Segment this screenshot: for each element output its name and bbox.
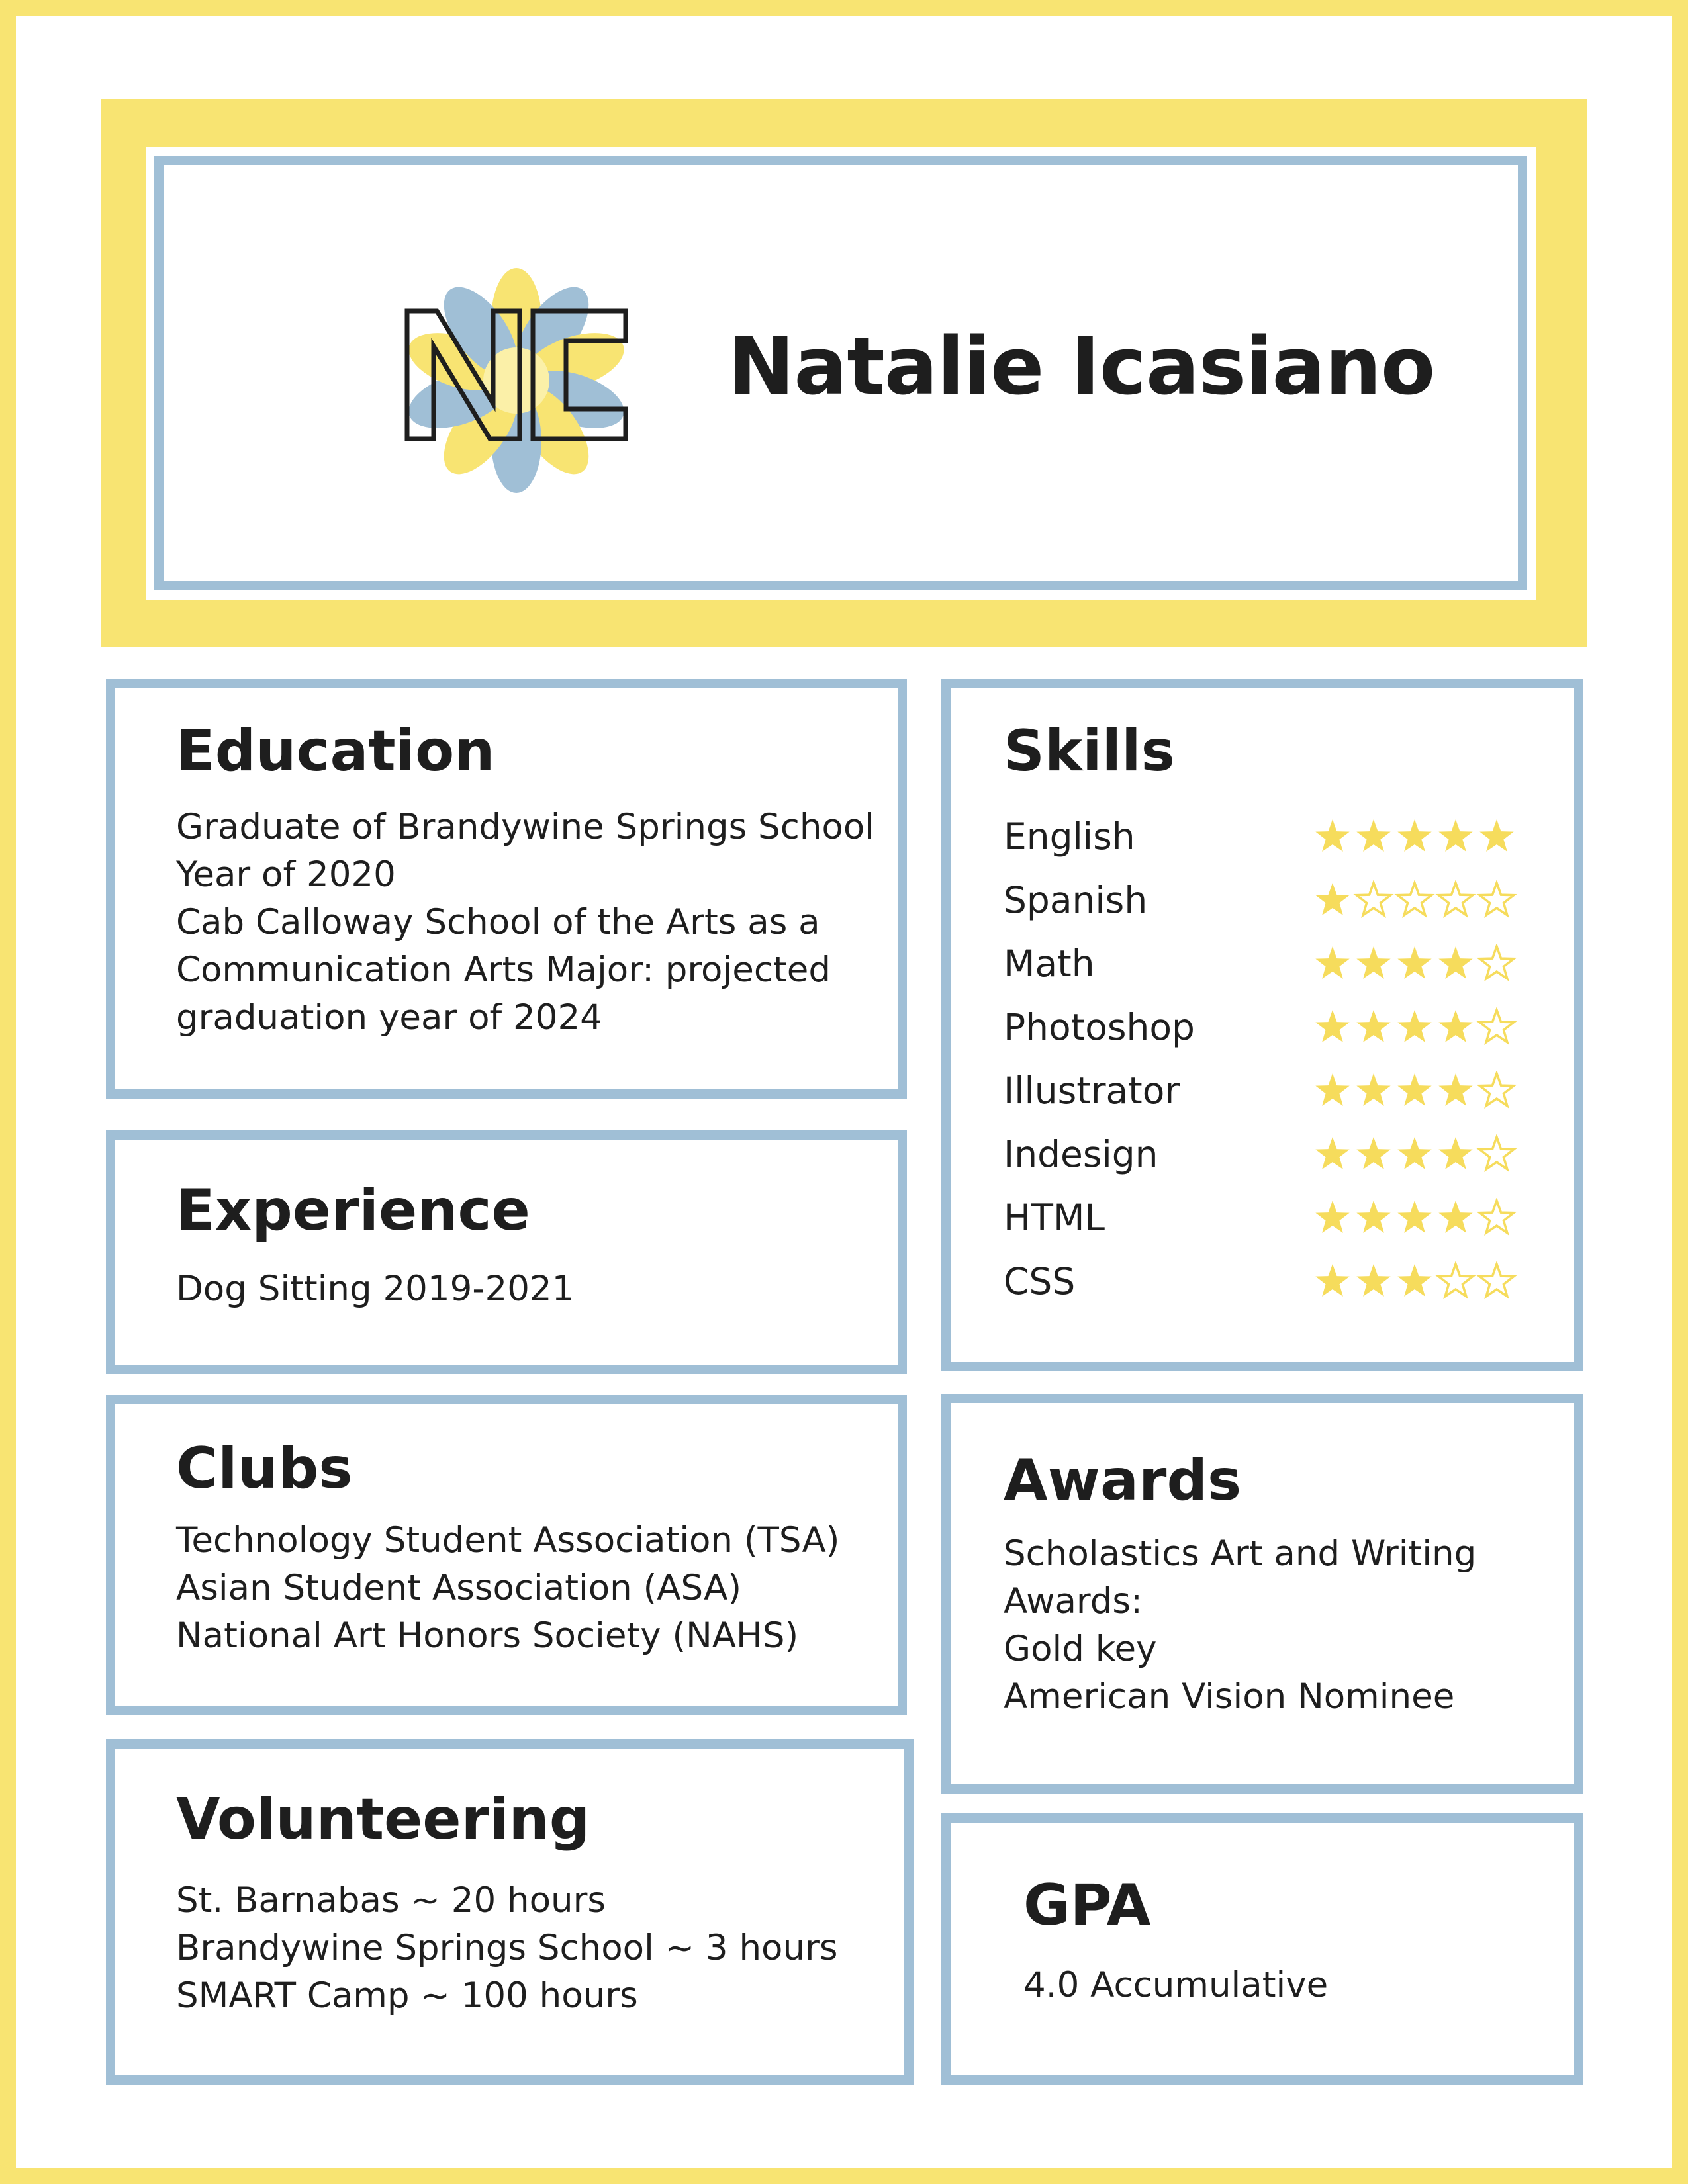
gpa-card xyxy=(941,1813,1583,2085)
star-filled-icon xyxy=(1479,819,1514,852)
gpa-title: GPA xyxy=(1023,1872,1151,1938)
star-rating xyxy=(1315,1198,1517,1236)
star-empty-icon xyxy=(1435,880,1476,919)
skill-row: Indesign xyxy=(1004,1122,1520,1186)
education-title: Education xyxy=(176,718,495,784)
skill-name: Photoshop xyxy=(1004,1006,1195,1048)
skill-name: Math xyxy=(1004,942,1095,985)
education-line: Year of 2020 xyxy=(176,854,396,895)
volunteering-text: St. Barnabas ~ 20 hours Brandywine Sprin… xyxy=(176,1877,837,2020)
star-rating xyxy=(1315,1007,1517,1046)
star-rating xyxy=(1315,880,1517,919)
clubs-text: Technology Student Association (TSA) Asi… xyxy=(176,1517,839,1660)
star-filled-icon xyxy=(1356,1264,1391,1297)
experience-text: Dog Sitting 2019-2021 xyxy=(176,1265,574,1313)
star-empty-icon xyxy=(1476,1261,1517,1300)
star-filled-icon xyxy=(1438,1201,1473,1233)
star-filled-icon xyxy=(1438,1073,1473,1106)
star-rating xyxy=(1315,944,1517,982)
volunteering-line: Brandywine Springs School ~ 3 hours xyxy=(176,1928,838,1968)
star-empty-icon xyxy=(1476,944,1517,982)
star-empty-icon xyxy=(1476,880,1517,919)
skill-row: Math xyxy=(1004,932,1520,995)
star-rating xyxy=(1315,1261,1517,1300)
star-filled-icon xyxy=(1315,946,1350,979)
star-empty-icon xyxy=(1394,880,1435,919)
education-line: Cab Calloway School of the Arts as a xyxy=(176,902,820,942)
skill-row: Illustrator xyxy=(1004,1059,1520,1122)
education-line: graduation year of 2024 xyxy=(176,997,602,1038)
star-filled-icon xyxy=(1315,1264,1350,1297)
skill-row: HTML xyxy=(1004,1186,1520,1250)
star-filled-icon xyxy=(1438,1137,1473,1169)
skill-row: English xyxy=(1004,805,1520,868)
awards-line: American Vision Nominee xyxy=(1004,1676,1455,1717)
clubs-line: Technology Student Association (TSA) xyxy=(176,1520,840,1561)
volunteering-line: St. Barnabas ~ 20 hours xyxy=(176,1880,606,1921)
star-empty-icon xyxy=(1435,1261,1476,1300)
star-rating xyxy=(1315,1071,1517,1109)
star-filled-icon xyxy=(1356,819,1391,852)
clubs-title: Clubs xyxy=(176,1435,353,1502)
experience-line: Dog Sitting 2019-2021 xyxy=(176,1269,575,1309)
star-filled-icon xyxy=(1356,1073,1391,1106)
awards-line: Gold key xyxy=(1004,1629,1157,1669)
gpa-line: 4.0 Accumulative xyxy=(1023,1965,1329,2005)
clubs-line: Asian Student Association (ASA) xyxy=(176,1568,742,1608)
star-filled-icon xyxy=(1397,1137,1432,1169)
star-filled-icon xyxy=(1356,946,1391,979)
star-filled-icon xyxy=(1397,1010,1432,1042)
skill-row: Spanish xyxy=(1004,868,1520,932)
star-filled-icon xyxy=(1315,1010,1350,1042)
skills-title: Skills xyxy=(1004,718,1175,784)
skill-name: HTML xyxy=(1004,1197,1105,1239)
star-filled-icon xyxy=(1397,1073,1432,1106)
skill-name: English xyxy=(1004,815,1135,858)
skill-name: Indesign xyxy=(1004,1133,1158,1175)
star-filled-icon xyxy=(1397,946,1432,979)
star-empty-icon xyxy=(1476,1007,1517,1046)
awards-text: Scholastics Art and Writing Awards: Gold… xyxy=(1004,1530,1476,1721)
gpa-text: 4.0 Accumulative xyxy=(1023,1962,1328,2009)
education-line: Communication Arts Major: projected xyxy=(176,950,831,990)
awards-line: Scholastics Art and Writing xyxy=(1004,1533,1477,1574)
skill-name: CSS xyxy=(1004,1260,1076,1302)
education-line: Graduate of Brandywine Springs School xyxy=(176,807,875,847)
star-filled-icon xyxy=(1315,883,1350,915)
volunteering-title: Volunteering xyxy=(176,1786,590,1852)
experience-card xyxy=(106,1130,907,1374)
star-filled-icon xyxy=(1397,1264,1432,1297)
star-filled-icon xyxy=(1315,1073,1350,1106)
star-filled-icon xyxy=(1315,1201,1350,1233)
experience-title: Experience xyxy=(176,1177,530,1244)
star-filled-icon xyxy=(1356,1010,1391,1042)
star-filled-icon xyxy=(1438,1010,1473,1042)
star-filled-icon xyxy=(1315,1137,1350,1169)
clubs-line: National Art Honors Society (NAHS) xyxy=(176,1615,799,1656)
star-rating xyxy=(1315,1134,1517,1173)
star-empty-icon xyxy=(1476,1134,1517,1173)
star-filled-icon xyxy=(1315,819,1350,852)
skill-name: Spanish xyxy=(1004,879,1148,921)
star-empty-icon xyxy=(1476,1198,1517,1236)
flower-monogram-icon xyxy=(404,268,628,493)
star-filled-icon xyxy=(1438,819,1473,852)
star-filled-icon xyxy=(1356,1201,1391,1233)
flower-petals xyxy=(408,268,624,493)
education-text: Graduate of Brandywine Springs School Ye… xyxy=(176,803,874,1042)
star-filled-icon xyxy=(1438,946,1473,979)
star-filled-icon xyxy=(1397,819,1432,852)
star-empty-icon xyxy=(1476,1071,1517,1109)
volunteering-line: SMART Camp ~ 100 hours xyxy=(176,1976,638,2016)
star-filled-icon xyxy=(1397,1201,1432,1233)
star-filled-icon xyxy=(1356,1137,1391,1169)
star-empty-icon xyxy=(1353,880,1394,919)
applicant-name: Natalie Icasiano xyxy=(728,321,1435,413)
awards-title: Awards xyxy=(1004,1447,1242,1514)
star-rating xyxy=(1315,819,1514,852)
skill-name: Illustrator xyxy=(1004,1069,1180,1112)
skill-row: Photoshop xyxy=(1004,995,1520,1059)
skill-row: CSS xyxy=(1004,1250,1520,1313)
awards-line: Awards: xyxy=(1004,1581,1143,1621)
